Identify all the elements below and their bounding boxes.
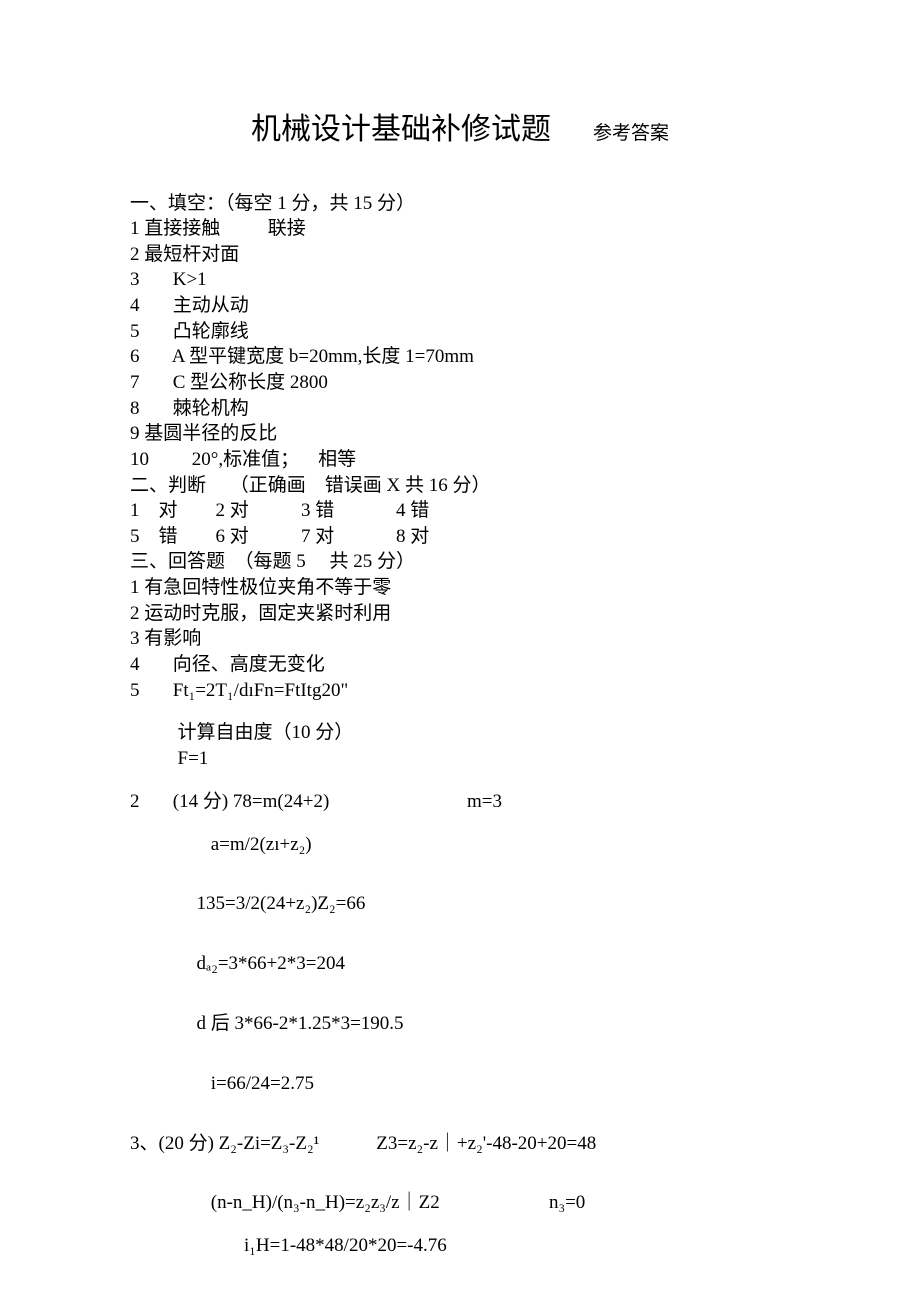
text-line: 9 基圆半径的反比 — [130, 421, 790, 447]
text-line — [130, 1054, 790, 1071]
text-line — [130, 857, 790, 874]
text-line: 3、(20 分) Z₂-Zi=Z₃-Z₂¹ Z3=z₂-z｜+z₂'-48-20… — [130, 1131, 790, 1157]
text-line: a=m/2(zı+z₂) — [130, 832, 790, 858]
text-line: 3 有影响 — [130, 626, 790, 652]
text-line — [130, 1096, 790, 1113]
text-line: 一、填空：（每空 1 分，共 15 分） — [130, 191, 790, 217]
text-line — [130, 874, 790, 891]
text-line — [130, 772, 790, 789]
page-title: 机械设计基础补修试题 — [251, 110, 551, 151]
text-line: 2 (14 分) 78=m(24+2) m=3 — [130, 789, 790, 815]
text-line: i₁H=1-48*48/20*20=-4.76 — [130, 1233, 790, 1259]
text-line — [130, 1156, 790, 1173]
text-line: 3 K>1 — [130, 267, 790, 293]
text-line: F=1 — [130, 746, 790, 772]
text-line: 1 有急回特性极位夹角不等于零 — [130, 575, 790, 601]
text-line: 1 对 2 对 3 错 4 错 — [130, 498, 790, 524]
text-line: 三、回答题 （每题 5 共 25 分） — [130, 549, 790, 575]
text-line — [130, 994, 790, 1011]
page-subtitle: 参考答案 — [593, 121, 669, 147]
text-line: 135=3/2(24+z₂)Z₂=66 — [130, 891, 790, 917]
title-row: 机械设计基础补修试题 参考答案 — [130, 110, 790, 151]
text-line: 5 错 6 对 7 对 8 对 — [130, 524, 790, 550]
text-line: 8 棘轮机构 — [130, 396, 790, 422]
text-line — [130, 703, 790, 720]
text-line: 5 凸轮廓线 — [130, 319, 790, 345]
text-line: 7 C 型公称长度 2800 — [130, 370, 790, 396]
document-body: 一、填空：（每空 1 分，共 15 分）1 直接接触 联接2 最短杆对面3 K>… — [130, 191, 790, 1259]
text-line: 二、判断 （正确画 错误画 X 共 16 分） — [130, 473, 790, 499]
text-line: 6 A 型平键宽度 b=20mm,长度 1=70mm — [130, 344, 790, 370]
text-line: i=66/24=2.75 — [130, 1071, 790, 1097]
text-line: 2 运动时克服，固定夹紧时利用 — [130, 601, 790, 627]
text-line: 10 20°,标准值； 相等 — [130, 447, 790, 473]
text-line: 4 主动从动 — [130, 293, 790, 319]
text-line — [130, 917, 790, 934]
text-line — [130, 934, 790, 951]
text-line: 5 Ft₁=2T₁/dıFn=FtItg20" — [130, 678, 790, 704]
text-line: (n-n_H)/(n₃-n_H)=z₂z₃/z｜Z2 n₃=0 — [130, 1190, 790, 1216]
text-line: 计算自由度（10 分） — [130, 720, 790, 746]
text-line: dₐ₂=3*66+2*3=204 — [130, 951, 790, 977]
text-line — [130, 1173, 790, 1190]
text-line — [130, 814, 790, 831]
text-line: d 后 3*66-2*1.25*3=190.5 — [130, 1011, 790, 1037]
text-line: 4 向径、高度无变化 — [130, 652, 790, 678]
text-line — [130, 1037, 790, 1054]
text-line: 2 最短杆对面 — [130, 242, 790, 268]
text-line — [130, 1114, 790, 1131]
text-line: 1 直接接触 联接 — [130, 216, 790, 242]
text-line — [130, 977, 790, 994]
text-line — [130, 1216, 790, 1233]
